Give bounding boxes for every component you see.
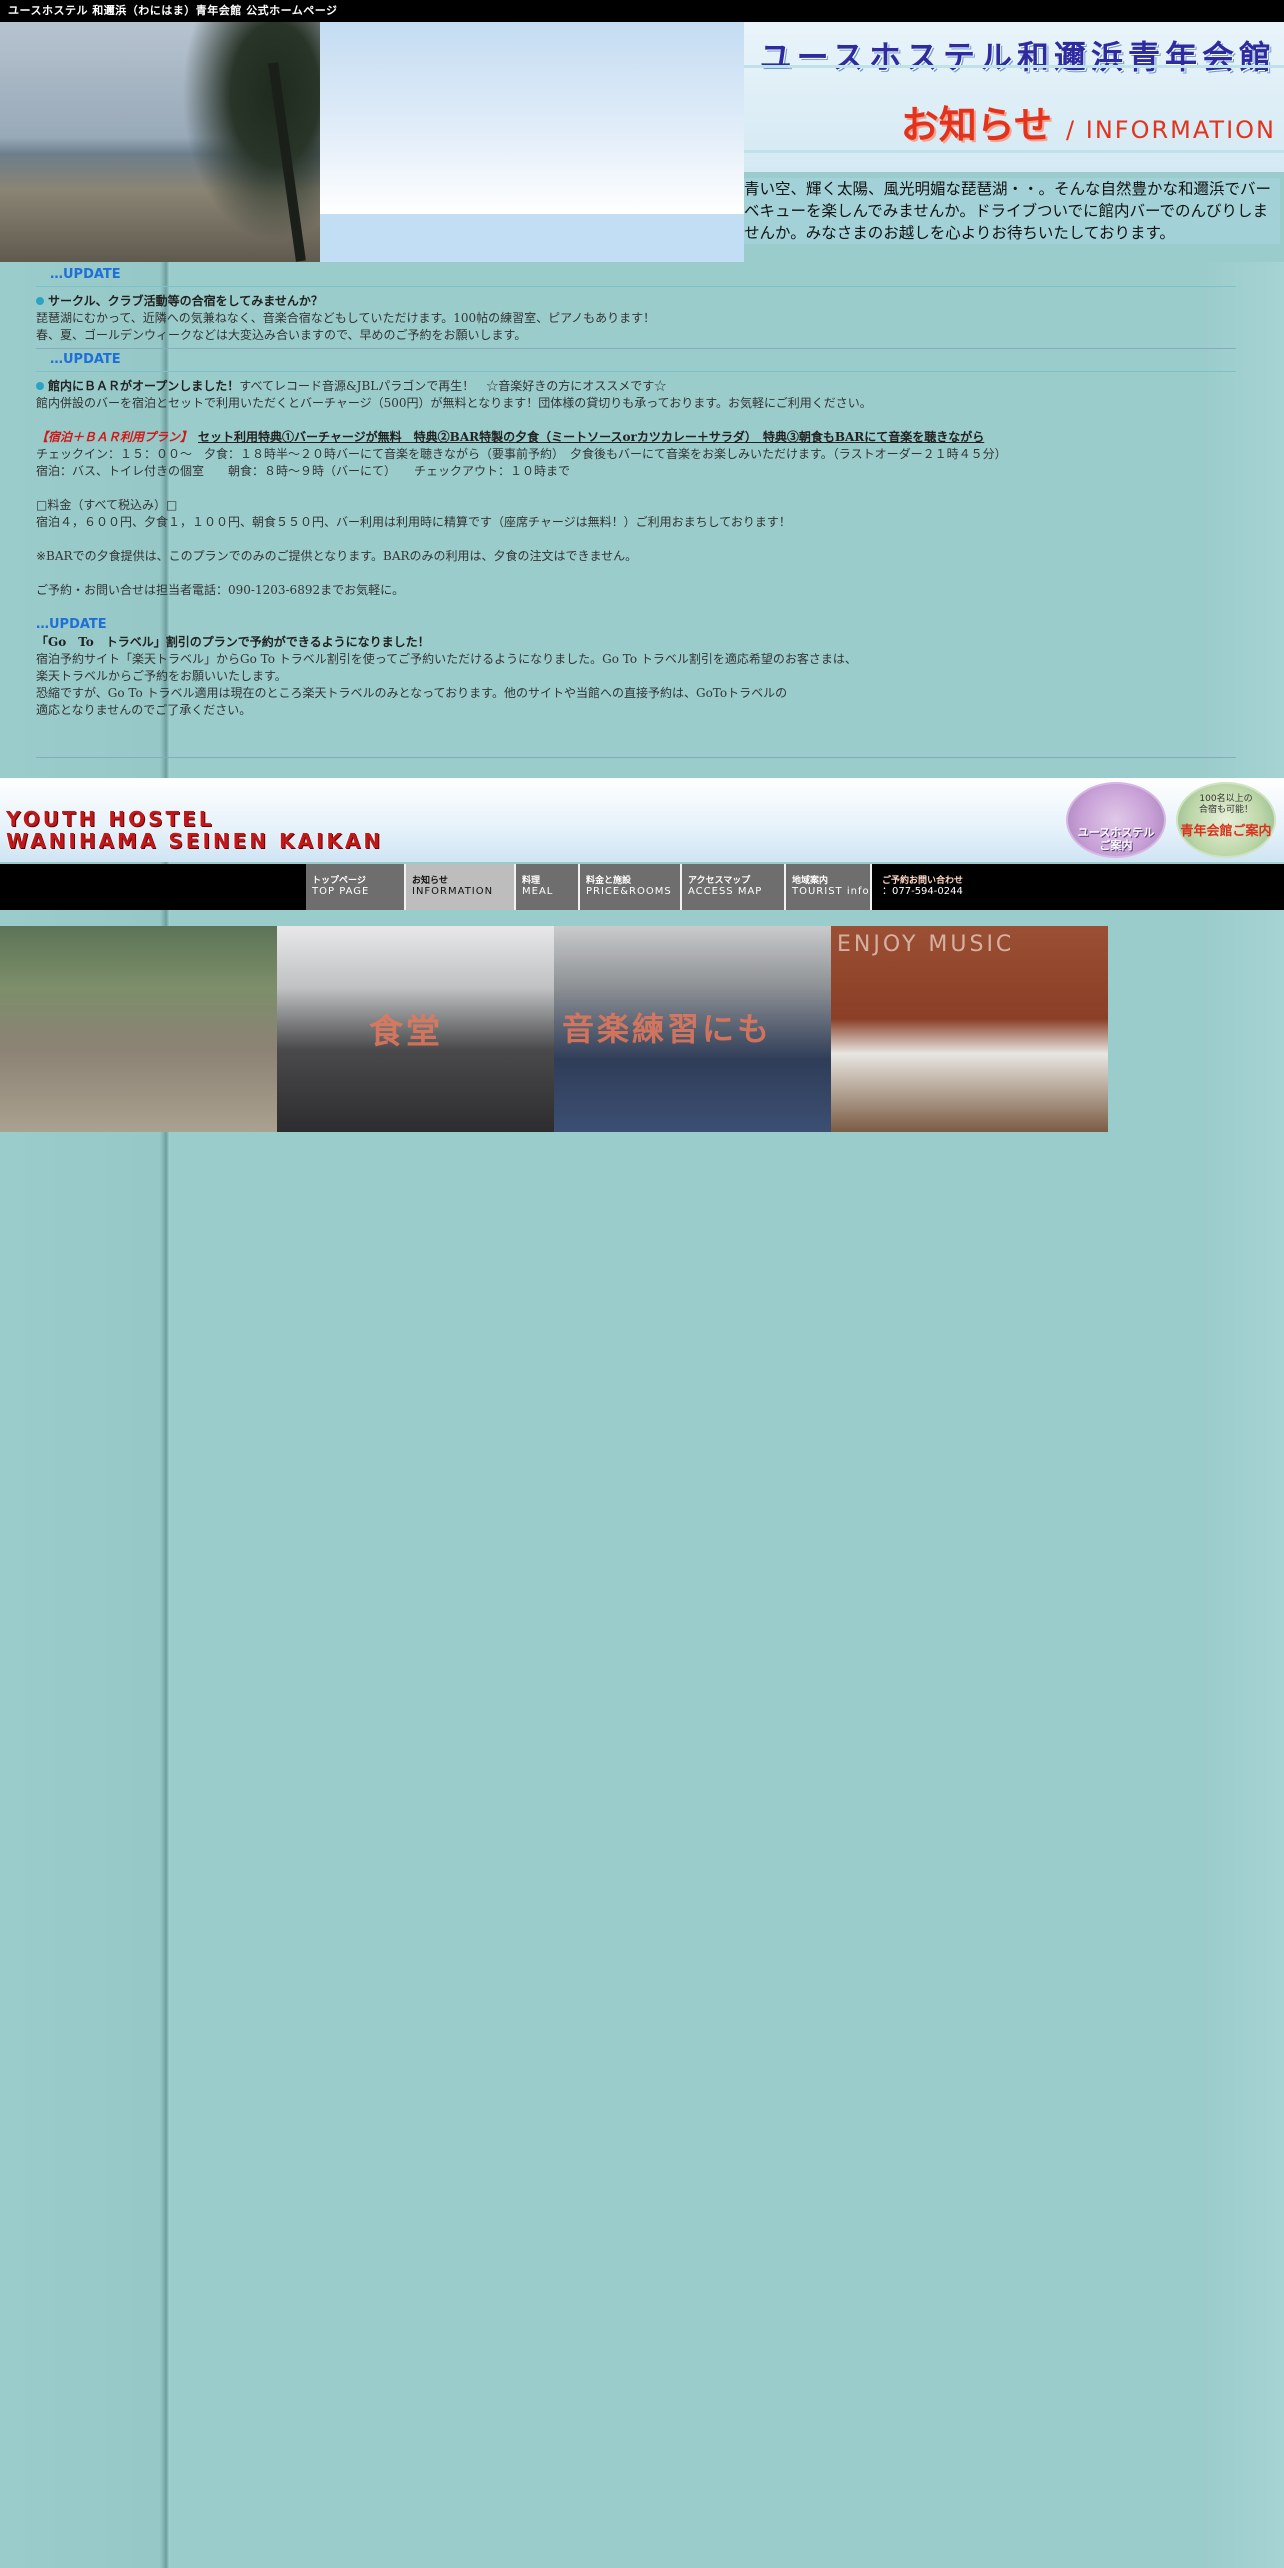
- nav-price-rooms[interactable]: 料金と施設 PRICE&ROOMS: [580, 864, 682, 910]
- nav-label-jp: 地域案内: [792, 876, 829, 886]
- bullet-icon: [36, 297, 44, 305]
- update-label: …UPDATE: [36, 617, 107, 632]
- nav-meal[interactable]: 料理 MEAL: [516, 864, 580, 910]
- site-title-bar: ユースホステル 和邇浜（わにはま）青年会館 公式ホームページ: [0, 0, 1284, 22]
- nav-label-jp: 料金と施設: [586, 876, 632, 886]
- nav-label-en: MEAL: [522, 886, 554, 897]
- sky-graphic-lower: [320, 214, 744, 262]
- notice-text: 適応となりませんのでご了承ください。: [36, 703, 252, 717]
- banner-line1: YOUTH HOSTEL: [6, 807, 215, 831]
- seinen-kaikan-guide-label: 青年会館ご案内: [1180, 824, 1272, 839]
- seinen-kaikan-note: 100名以上の 合宿も可能！: [1198, 794, 1253, 815]
- lodging-info: 宿泊：バス、トイレ付きの個室 朝食：８時～９時（バーにて） チェックアウト：１０…: [36, 464, 571, 478]
- main-nav: トップページ TOP PAGE お知らせ INFORMATION 料理 MEAL 料金…: [306, 864, 984, 910]
- nav-label-en: PRICE&ROOMS: [586, 886, 672, 897]
- nav-label-en: TOP PAGE: [312, 886, 370, 897]
- notice-text: 宿泊予約サイト「楽天トラベル」からGo To トラベル割引を使ってご予約いただけ…: [36, 652, 857, 666]
- notice-text: 館内併設のバーを宿泊とセットで利用いただくとバーチャージ（500円）が無料となり…: [36, 396, 872, 410]
- notice-text: 恐縮ですが、Go To トラベル適用は現在のところ楽天トラベルのみとなっておりま…: [36, 686, 788, 700]
- title-divider: [744, 65, 1284, 68]
- nav-label-en: ACCESS MAP: [688, 886, 763, 897]
- update-label: …UPDATE: [36, 264, 1236, 287]
- main-nav-bar: トップページ TOP PAGE お知らせ INFORMATION 料理 MEAL 料金…: [0, 864, 1284, 910]
- notice-bar: 館内にＢＡＲがオープンしました！すべてレコード音源&JBLパラゴンで再生！ ☆音…: [36, 378, 1236, 599]
- section-title-en: / INFORMATION: [1066, 116, 1276, 144]
- enjoy-music-label: ENJOY MUSIC: [837, 932, 1015, 957]
- reservation-contact[interactable]: ご予約お問い合わせ ：077-594-0244: [872, 864, 984, 910]
- notice-heading: サークル、クラブ活動等の合宿をしてみませんか？: [48, 294, 323, 308]
- nav-tourist-info[interactable]: 地域案内 TOURIST info: [786, 864, 872, 910]
- price-info: 宿泊４，６００円、夕食１，１００円、朝食５５０円、バー利用は利用時に精算です（座…: [36, 515, 791, 529]
- music-practice-photo: 音楽練習にも: [554, 926, 831, 1132]
- notice-list: …UPDATE サークル、クラブ活動等の合宿をしてみませんか？ 琵琶湖にむかって…: [36, 264, 1236, 758]
- music-practice-label: 音楽練習にも: [562, 1010, 773, 1048]
- youth-hostel-guide-label: ユースホステル ご案内: [1077, 826, 1155, 852]
- footer-banner: YOUTH HOSTEL WANIHAMA SEINEN KAIKAN ユースホ…: [0, 778, 1284, 862]
- notice-circle: サークル、クラブ活動等の合宿をしてみませんか？ 琵琶湖にむかって、近隣への気兼ね…: [36, 293, 1236, 344]
- section-title-jp: お知らせ: [900, 103, 1053, 147]
- nav-label-jp: 料理: [522, 876, 541, 886]
- seinen-kaikan-guide-button[interactable]: 100名以上の 合宿も可能！ 青年会館ご案内: [1176, 782, 1276, 858]
- nav-label-jp: お知らせ: [412, 876, 448, 886]
- youth-hostel-guide-button[interactable]: ユースホステル ご案内: [1066, 782, 1166, 858]
- lake-biwa-photo: [0, 22, 320, 262]
- plan-benefits: セット利用特典①バーチャージが無料 特典②BAR特製の夕食（ミートソースorカツ…: [198, 430, 985, 444]
- banner-logo: YOUTH HOSTEL WANIHAMA SEINEN KAIKAN: [6, 808, 383, 852]
- nav-information[interactable]: お知らせ INFORMATION: [406, 864, 516, 910]
- nav-label-en: INFORMATION: [412, 886, 494, 897]
- notice-text: 琵琶湖にむかって、近隣への気兼ねなく、音楽合宿などもしていただけます。100帖の…: [36, 311, 656, 325]
- intro-text: 青い空、輝く太陽、風光明媚な琵琶湖・・。そんな自然豊かな和邇浜でバーベキューを楽…: [744, 178, 1280, 244]
- price-label: □料金（すべて税込み）□: [36, 498, 178, 512]
- plan-label: 【宿泊＋ＢＡＲ利用プラン】: [36, 430, 187, 444]
- notice-text: 楽天トラベルからご予約をお願いいたします。: [36, 669, 287, 683]
- nav-access-map[interactable]: アクセスマップ ACCESS MAP: [682, 864, 786, 910]
- nav-label-jp: トップページ: [312, 876, 366, 886]
- notice-heading: 館内にＢＡＲがオープンしました！: [48, 379, 240, 393]
- notice-heading-tail: すべてレコード音源&JBLパラゴンで再生！ ☆音楽好きの方にオススメです☆: [239, 379, 667, 393]
- dining-hall-label: 食堂: [369, 1012, 443, 1052]
- bar-note: ※BARでの夕食提供は、このプランでのみのご提供となります。BARのみの利用は、…: [36, 549, 638, 563]
- divider: [36, 757, 1236, 758]
- sky-graphic: [320, 22, 744, 214]
- contact-info: ご予約・お問い合せは担当者電話：090-1203-6892までお気軽に。: [36, 583, 405, 597]
- nav-label-jp: アクセスマップ: [688, 876, 751, 886]
- site-title: ユースホステル和邇浜青年会館: [759, 38, 1276, 76]
- notice-text: 春、夏、ゴールデンウィークなどは大変込み合いますので、早めのご予約をお願いします…: [36, 328, 527, 342]
- nav-label-en: TOURIST info: [792, 886, 870, 897]
- update-label: …UPDATE: [36, 349, 1236, 372]
- notice-goto: 「Go To トラベル」割引のプランで予約ができるようになりました！ 宿泊予約サ…: [36, 634, 1236, 719]
- contact-label: ご予約お問い合わせ: [882, 876, 964, 886]
- bar-speakers-photo: ENJOY MUSIC: [831, 926, 1108, 1132]
- banner-line2: WANIHAMA SEINEN KAIKAN: [6, 829, 384, 853]
- checkin-info: チェックイン：１５：００～ 夕食：１８時半～２０時バーにて音楽を聴きながら（要事…: [36, 447, 1007, 461]
- dining-hall-photo: 食堂: [277, 926, 554, 1132]
- title-divider: [744, 150, 1284, 153]
- photo-strip: 食堂 音楽練習にも ENJOY MUSIC: [0, 926, 1108, 1132]
- contact-phone: ：077-594-0244: [882, 886, 963, 897]
- section-title: お知らせ / INFORMATION: [901, 94, 1276, 149]
- bullet-icon: [36, 382, 44, 390]
- entrance-photo: [0, 926, 277, 1132]
- notice-heading: 「Go To トラベル」割引のプランで予約ができるようになりました！: [36, 635, 430, 649]
- nav-top-page[interactable]: トップページ TOP PAGE: [306, 864, 406, 910]
